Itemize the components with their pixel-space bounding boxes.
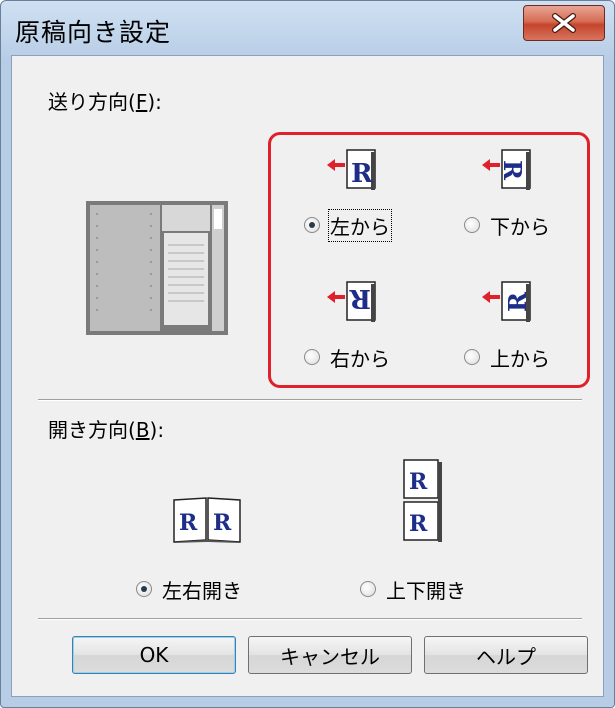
feed-from-left-icon: R	[325, 148, 377, 196]
feed-from-right-icon: R	[325, 280, 377, 328]
page-glyph-r: R	[498, 160, 527, 181]
left-right-open-icon: R R	[172, 496, 242, 548]
feed-bottom-radio[interactable]: 下から	[464, 212, 550, 239]
dialog-window: 原稿向き設定 送り方向(F): R R R R 左から 下から 右から 上から …	[0, 0, 615, 708]
feed-left-radio[interactable]: 左から	[304, 208, 392, 242]
feed-right-label: 右から	[330, 346, 390, 371]
radio-circle	[136, 581, 152, 597]
radio-circle	[304, 349, 320, 365]
page-glyph-r: R	[351, 159, 373, 189]
cancel-button[interactable]: キャンセル	[248, 636, 412, 674]
scanner-preview-icon	[86, 201, 228, 339]
left-right-open-radio[interactable]: 左右開き	[136, 576, 242, 603]
page-glyph-r: R	[409, 511, 428, 537]
title-bar[interactable]: 原稿向き設定	[1, 1, 614, 55]
radio-circle	[360, 581, 376, 597]
page-glyph-r: R	[503, 291, 532, 312]
close-button[interactable]	[523, 5, 605, 41]
button-separator	[38, 618, 582, 620]
open-direction-label: 開き方向(B):	[48, 418, 165, 442]
left-right-open-label: 左右開き	[162, 578, 242, 603]
page-glyph-r: R	[213, 510, 232, 536]
feed-top-radio[interactable]: 上から	[464, 344, 550, 371]
radio-selected-dot	[309, 222, 315, 228]
help-button[interactable]: ヘルプ	[424, 636, 588, 674]
top-bottom-open-icon: R R	[400, 456, 444, 550]
feed-from-top-icon: R	[480, 280, 532, 328]
top-bottom-open-radio[interactable]: 上下開き	[360, 576, 466, 603]
group-separator	[38, 399, 582, 401]
dialog-client-area: 送り方向(F): R R R R 左から 下から 右から 上から 開き方向(B)…	[11, 55, 604, 697]
page-glyph-r: R	[179, 510, 198, 536]
radio-circle	[464, 349, 480, 365]
feed-top-label: 上から	[490, 346, 550, 371]
feed-left-label: 左から	[328, 208, 392, 242]
radio-circle	[464, 217, 480, 233]
page-glyph-r: R	[349, 283, 371, 313]
feed-right-radio[interactable]: 右から	[304, 344, 390, 371]
window-title: 原稿向き設定	[15, 18, 172, 47]
radio-selected-dot	[141, 586, 147, 592]
feed-from-bottom-icon: R	[480, 148, 532, 196]
top-bottom-open-label: 上下開き	[386, 578, 466, 603]
ok-button[interactable]: OK	[72, 636, 236, 674]
radio-circle	[304, 217, 320, 233]
feed-bottom-label: 下から	[490, 214, 550, 239]
feed-direction-label: 送り方向(F):	[48, 90, 162, 114]
page-glyph-r: R	[409, 469, 428, 495]
close-x-icon	[524, 6, 604, 40]
